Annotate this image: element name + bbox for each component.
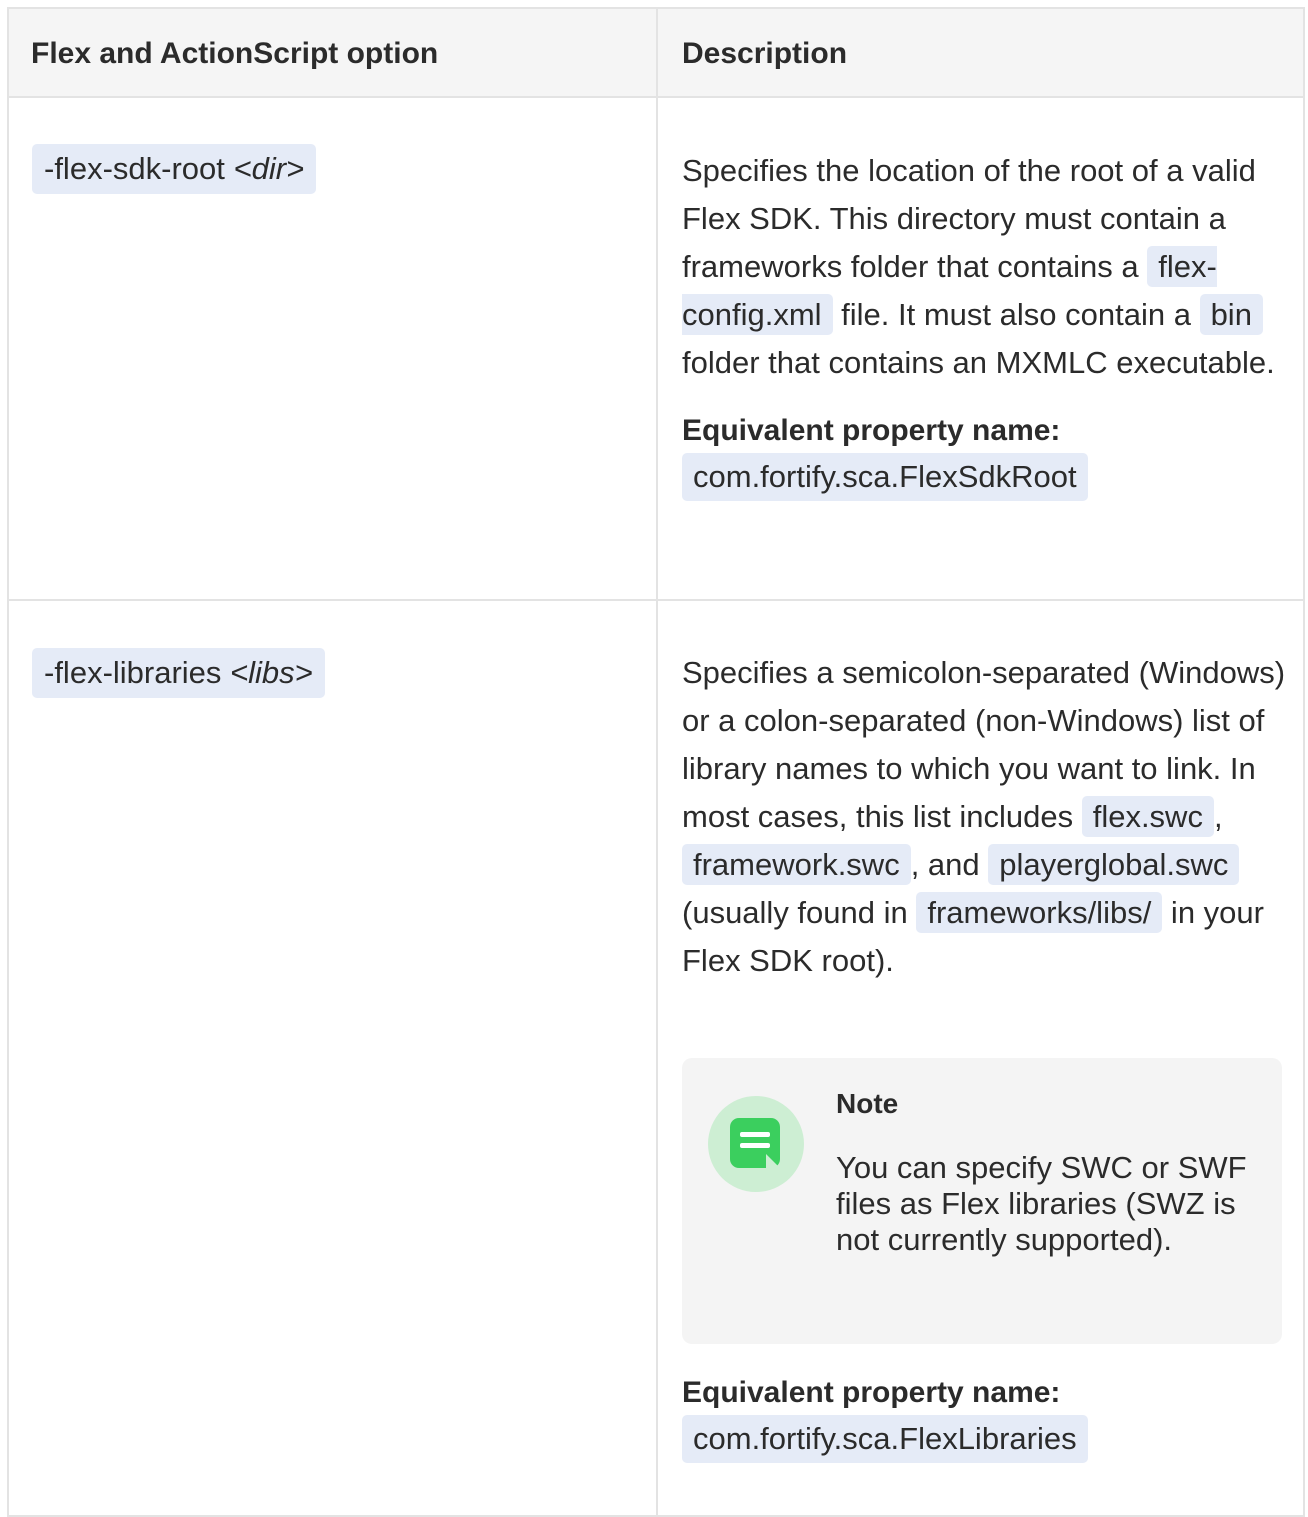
equivalent-property: com.fortify.sca.FlexLibraries: [682, 1415, 1088, 1463]
code-playerglobal-swc: playerglobal.swc: [988, 844, 1240, 885]
text: file. It must also contain a: [832, 297, 1200, 332]
note-text: You can specify SWC or SWF files as Flex…: [836, 1150, 1247, 1257]
description-text: Specifies a semicolon-separated (Windows…: [682, 649, 1287, 985]
code-frameworks-libs: frameworks/libs/: [916, 892, 1163, 933]
option-flex-sdk-root: -flex-sdk-root <dir>: [32, 144, 317, 194]
option-name: -flex-libraries: [44, 655, 222, 690]
equivalent-flex-libraries: Equivalent property name: com.fortify.sc…: [682, 1371, 1287, 1463]
description-flex-libraries: Specifies a semicolon-separated (Windows…: [682, 649, 1287, 985]
option-name: -flex-sdk-root: [44, 151, 225, 186]
code-bin: bin: [1199, 294, 1263, 335]
note-title: Note: [836, 1088, 899, 1119]
text: folder that contains an MXMLC executable…: [682, 345, 1275, 380]
text: (usually found in: [682, 895, 917, 930]
equivalent-property: com.fortify.sca.FlexSdkRoot: [682, 453, 1088, 501]
row-divider: [9, 599, 1303, 601]
equivalent-label: Equivalent property name:: [682, 414, 1061, 447]
code-flex-swc: flex.swc: [1081, 796, 1214, 837]
options-table: Flex and ActionScript option Description…: [7, 7, 1305, 1517]
option-arg: <dir>: [233, 151, 305, 186]
note-icon: [708, 1096, 804, 1192]
text: ,: [1213, 799, 1223, 834]
equivalent-label: Equivalent property name:: [682, 1376, 1061, 1409]
header-option: Flex and ActionScript option: [31, 37, 439, 70]
description-flex-sdk-root: Specifies the location of the root of a …: [682, 147, 1287, 501]
note-line: [740, 1132, 770, 1137]
note-sheet-icon: [730, 1118, 780, 1168]
note-fold: [766, 1154, 780, 1168]
header-description: Description: [682, 37, 848, 70]
code-framework-swc: framework.swc: [682, 844, 911, 885]
option-flex-libraries: -flex-libraries <libs>: [32, 648, 325, 698]
description-text: Specifies the location of the root of a …: [682, 147, 1287, 387]
note-line: [740, 1143, 770, 1148]
column-divider: [656, 9, 658, 1515]
option-arg: <libs>: [230, 655, 313, 690]
note-callout: Note You can specify SWC or SWF files as…: [682, 1058, 1282, 1344]
text: , and: [910, 847, 989, 882]
